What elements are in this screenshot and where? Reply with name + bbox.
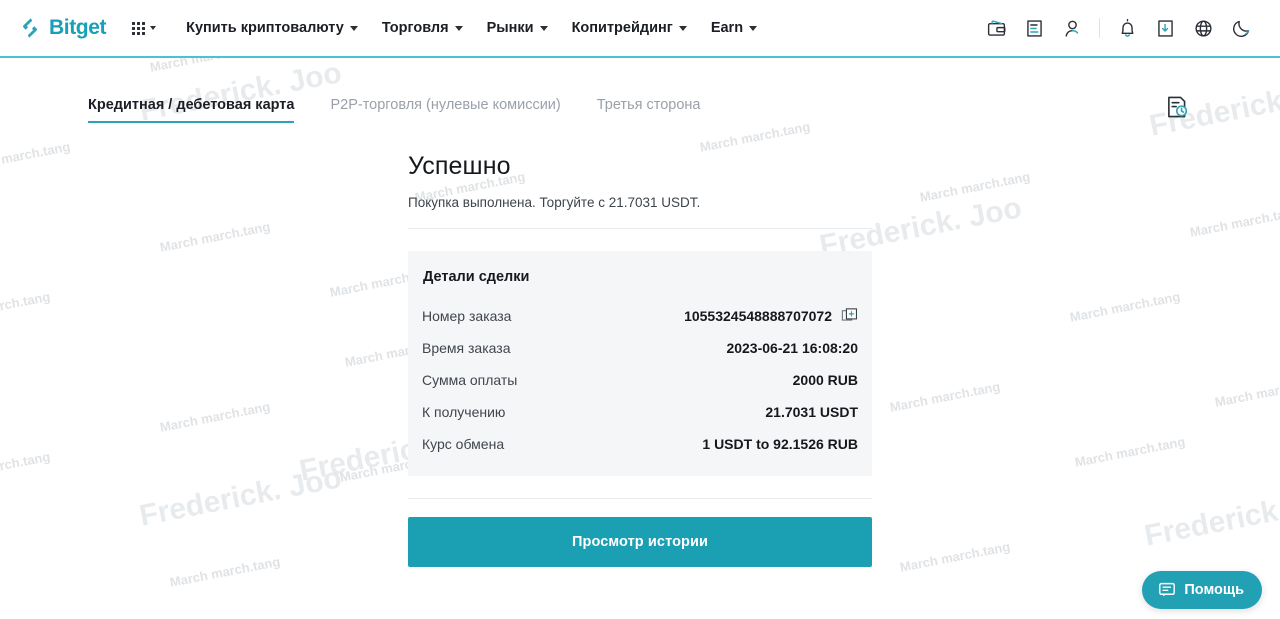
watermark-text: March march.tang (898, 538, 1012, 575)
nav-item-copytrading[interactable]: Копитрейдинг (560, 12, 699, 44)
purchase-success-card: Успешно Покупка выполнена. Торгуйте с 21… (408, 152, 872, 567)
page-root: Bitget Купить криптовалюту Торговля Рынк… (0, 0, 1280, 619)
nav-label: Копитрейдинг (571, 20, 673, 36)
nav-item-buy-crypto[interactable]: Купить криптовалюту (174, 12, 370, 44)
watermark-text: March march.tang (158, 218, 272, 255)
tab-label: P2P-торговля (нулевые комиссии) (330, 97, 561, 113)
orders-icon (1026, 19, 1042, 37)
watermark-text: March march.tang (158, 398, 272, 435)
nav-label: Купить криптовалюту (186, 20, 344, 36)
watermark-text: March march.tang (168, 553, 282, 590)
help-button[interactable]: Помощь (1142, 571, 1262, 609)
chevron-down-icon (678, 25, 687, 31)
chevron-down-icon (749, 25, 758, 31)
tab-credit-debit-card[interactable]: Кредитная / дебетовая карта (88, 97, 312, 123)
bitget-logo-icon (23, 18, 37, 38)
nav-label: Рынки (486, 20, 534, 36)
header-accent-line (0, 56, 1280, 58)
row-value-receive-amount: 21.7031 USDT (765, 404, 858, 420)
success-subtitle: Покупка выполнена. Торгуйте с 21.7031 US… (408, 195, 701, 210)
main-nav: Купить криптовалюту Торговля Рынки Копит… (174, 12, 769, 44)
nav-label: Earn (710, 20, 744, 36)
tab-label: Третья сторона (596, 97, 701, 113)
watermark-text: Frederick. Joo (1141, 481, 1280, 553)
nav-label: Торговля (381, 20, 449, 36)
row-value-order-time: 2023-06-21 16:08:20 (726, 340, 858, 356)
watermark-text: March march.tang (0, 448, 52, 485)
copy-icon[interactable] (841, 307, 858, 324)
chevron-down-icon (454, 25, 463, 31)
row-label-receive-amount: К получению (422, 404, 506, 420)
help-label: Помощь (1184, 582, 1244, 598)
chevron-down-icon (349, 25, 358, 31)
watermark-text: March march.tang (1068, 288, 1182, 325)
row-label-exchange-rate: Курс обмена (422, 436, 505, 452)
order-history-icon (1168, 96, 1188, 118)
table-row: Номер заказа 1055324548888707072 (422, 299, 858, 332)
row-label-order-number: Номер заказа (422, 307, 512, 324)
download-app-icon (1157, 19, 1173, 37)
chevron-down-icon (150, 26, 157, 30)
tab-p2p-trading[interactable]: P2P-торговля (нулевые комиссии) (312, 97, 578, 123)
row-label-payment-amount: Сумма оплаты (422, 372, 518, 388)
user-account-button[interactable] (1053, 9, 1091, 47)
user-icon (1065, 20, 1078, 37)
table-row: Сумма оплаты 2000 RUB (422, 364, 858, 396)
header-divider (1099, 18, 1100, 38)
nav-item-trade[interactable]: Торговля (370, 12, 475, 44)
table-row: К получению 21.7031 USDT (422, 396, 858, 428)
page-title: Успешно (408, 152, 511, 180)
wallet-button[interactable] (977, 9, 1015, 47)
download-app-button[interactable] (1146, 9, 1184, 47)
row-value-exchange-rate: 1 USDT to 92.1526 RUB (702, 436, 858, 452)
tab-third-party[interactable]: Третья сторона (579, 97, 719, 123)
row-label-order-time: Время заказа (422, 340, 511, 356)
bitget-logo-text: Bitget (49, 16, 107, 39)
watermark-text: March march.tang (0, 288, 52, 325)
row-value-payment-amount: 2000 RUB (792, 372, 858, 388)
chevron-down-icon (539, 25, 548, 31)
language-globe-icon (1194, 19, 1212, 37)
details-heading: Детали сделки (423, 269, 530, 285)
order-number-text: 1055324548888707072 (684, 307, 832, 324)
apps-menu-button[interactable] (128, 16, 160, 41)
table-row: Время заказа 2023-06-21 16:08:20 (422, 332, 858, 364)
notification-bell-icon (1121, 18, 1133, 37)
grid-apps-icon (132, 21, 146, 35)
watermark-text: March march.tang (1188, 203, 1280, 240)
tab-list: Кредитная / дебетовая карта P2P-торговля… (0, 97, 719, 123)
watermark-text: March march.tang (1073, 433, 1187, 470)
orders-button[interactable] (1015, 9, 1053, 47)
watermark-text: March march.tang (1213, 373, 1280, 410)
transaction-details-panel: Детали сделки Номер заказа 1055324548888… (408, 251, 872, 476)
header-icon-group (977, 9, 1260, 47)
top-navbar: Bitget Купить криптовалюту Торговля Рынк… (0, 0, 1280, 56)
dark-mode-button[interactable] (1222, 9, 1260, 47)
nav-item-earn[interactable]: Earn (699, 12, 769, 44)
row-value-order-number: 1055324548888707072 (684, 307, 858, 324)
watermark-text: March march.tang (888, 378, 1002, 415)
bitget-logo[interactable]: Bitget (18, 16, 106, 40)
watermark-text: March march.tang (0, 138, 72, 175)
nav-item-markets[interactable]: Рынки (475, 12, 560, 44)
watermark-text: March march.tang (918, 168, 1032, 205)
view-history-button[interactable]: Просмотр истории (408, 517, 872, 567)
tab-label: Кредитная / дебетовая карта (88, 97, 295, 113)
dark-mode-moon-icon (1232, 20, 1249, 37)
table-row: Курс обмена 1 USDT to 92.1526 RUB (422, 428, 858, 460)
chat-bubble-icon (1159, 582, 1176, 597)
watermark-text: Frederick. Joo (136, 461, 345, 533)
divider-bottom (408, 498, 872, 499)
notifications-button[interactable] (1108, 9, 1146, 47)
divider-top (408, 228, 872, 229)
order-history-button[interactable] (1160, 90, 1194, 124)
purchase-method-tabs: Кредитная / дебетовая карта P2P-торговля… (0, 82, 1280, 138)
wallet-icon (987, 19, 1006, 36)
language-button[interactable] (1184, 9, 1222, 47)
